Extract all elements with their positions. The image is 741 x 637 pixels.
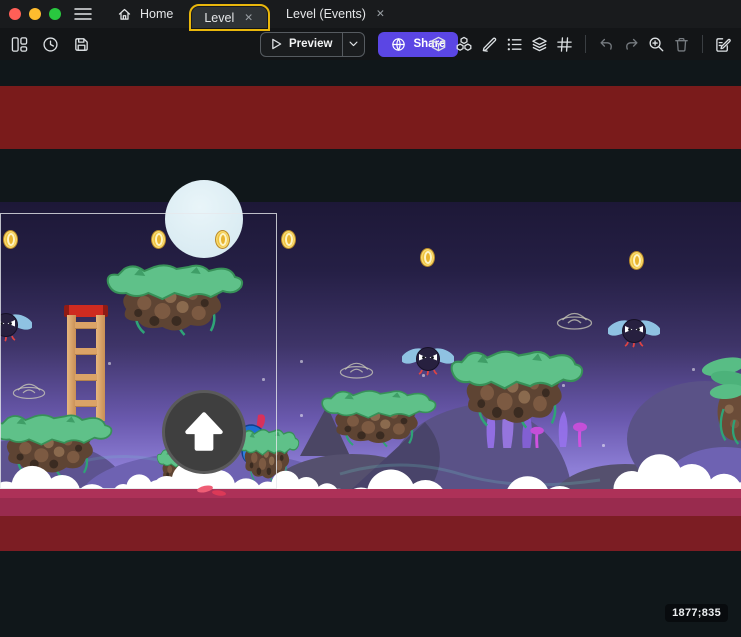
- cube-icon: [430, 36, 447, 53]
- history-button[interactable]: [41, 35, 60, 54]
- redo-button[interactable]: [622, 35, 641, 54]
- chevron-down-icon: [349, 41, 358, 47]
- object-groups-icon: [455, 36, 473, 53]
- cloud-sprite: [612, 450, 741, 492]
- editors-panel-button[interactable]: [10, 35, 29, 54]
- close-tab-icon[interactable]: ✕: [374, 7, 387, 21]
- out-of-scene-area-bottom: [0, 551, 741, 637]
- main-menu-icon[interactable]: [74, 7, 92, 21]
- toolbar: Preview Share: [0, 28, 741, 60]
- scene-edit-icon: [715, 36, 732, 53]
- tab-level[interactable]: Level ✕: [192, 7, 267, 28]
- grid-settings-button[interactable]: [555, 35, 574, 54]
- tab-level-events[interactable]: Level (Events) ✕: [273, 0, 400, 28]
- redo-icon: [623, 36, 640, 53]
- divider: [702, 35, 703, 53]
- zoom-in-button[interactable]: [647, 35, 666, 54]
- preview-button[interactable]: Preview: [261, 33, 342, 56]
- zoom-in-icon: [648, 36, 665, 53]
- cursor-coordinates-badge: 1877;835: [665, 604, 728, 622]
- objects-panel-button[interactable]: [429, 35, 448, 54]
- window-controls: [9, 8, 61, 20]
- trash-icon: [673, 36, 690, 53]
- preview-options-button[interactable]: [343, 33, 364, 56]
- close-tab-icon[interactable]: ✕: [242, 11, 255, 25]
- application-window: Home Level ✕ Level (Events) ✕: [0, 0, 741, 637]
- ground-dark-red-band[interactable]: [0, 516, 741, 551]
- panels-icon: [11, 36, 28, 53]
- minimize-window-button[interactable]: [29, 8, 41, 20]
- undo-icon: [598, 36, 615, 53]
- save-button[interactable]: [72, 35, 91, 54]
- toolbar-right-group: [429, 28, 733, 60]
- grid-icon: [556, 36, 573, 53]
- preview-button-label: Preview: [289, 38, 332, 50]
- fullscreen-window-button[interactable]: [49, 8, 61, 20]
- pencil-icon: [481, 36, 498, 53]
- paint-splat: [196, 484, 230, 498]
- tab-strip: Home Level ✕ Level (Events) ✕: [104, 0, 400, 28]
- play-icon: [271, 38, 282, 50]
- tab-label: Level: [204, 11, 234, 25]
- divider: [585, 35, 586, 53]
- layers-panel-button[interactable]: [530, 35, 549, 54]
- object-groups-button[interactable]: [454, 35, 474, 54]
- clock-icon: [42, 36, 59, 53]
- globe-icon: [391, 37, 406, 52]
- save-icon: [73, 36, 90, 53]
- preview-split-button: Preview: [260, 32, 365, 57]
- scene-editor-canvas[interactable]: 1877;835: [0, 60, 741, 637]
- camera-frame-border: [0, 213, 277, 489]
- scene-properties-button[interactable]: [714, 35, 733, 54]
- delete-button[interactable]: [672, 35, 691, 54]
- titlebar: Home Level ✕ Level (Events) ✕: [0, 0, 741, 28]
- edit-object-button[interactable]: [480, 35, 499, 54]
- instance-properties-button[interactable]: [505, 35, 524, 54]
- tab-home[interactable]: Home: [104, 0, 186, 28]
- close-window-button[interactable]: [9, 8, 21, 20]
- tab-label: Home: [140, 7, 173, 21]
- instance-list-icon: [506, 36, 523, 53]
- tab-label: Level (Events): [286, 7, 366, 21]
- layers-icon: [531, 36, 548, 53]
- toolbar-left-group: [10, 28, 91, 60]
- undo-button[interactable]: [597, 35, 616, 54]
- ground-crimson-band[interactable]: [0, 489, 741, 516]
- home-icon: [117, 7, 132, 22]
